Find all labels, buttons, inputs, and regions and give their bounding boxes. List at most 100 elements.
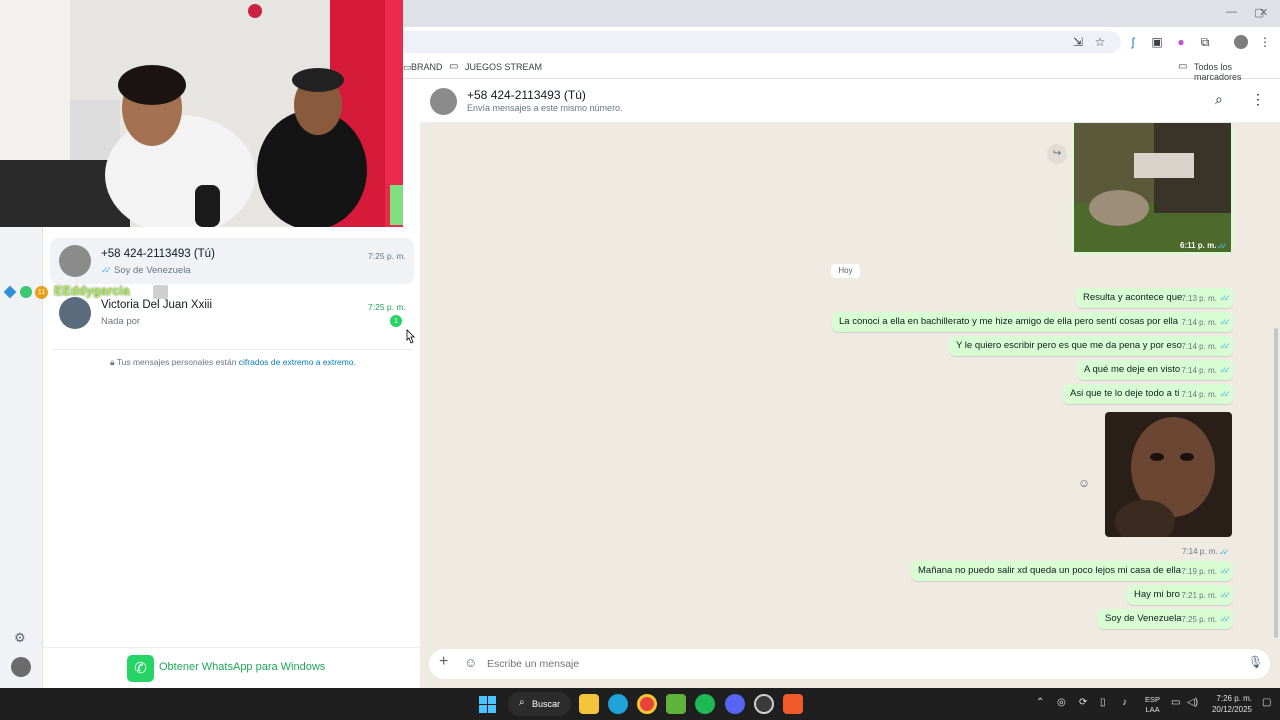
message-bubble[interactable]: Soy de Venezuela 7:25 p. m. ✓✓ [1098,609,1233,629]
webcam-scene [0,0,403,227]
message-input[interactable] [487,655,1227,673]
bookmark-juegos-stream[interactable]: JUEGOS STREAM [465,62,542,72]
message-area: 6:11 p. m. ✓✓ ↪ Hoy Resulta y acontece q… [420,123,1280,647]
get-windows-app-bar[interactable]: ✆ Obtener WhatsApp para Windows [43,647,420,688]
contact-avatar[interactable] [430,88,457,115]
image-message[interactable]: 6:11 p. m. ✓✓ [1072,123,1233,254]
get-windows-link[interactable]: Obtener WhatsApp para Windows [159,661,325,673]
network-icon[interactable]: ▭ [1171,697,1180,708]
bookmark-star-icon[interactable]: ☆ [1093,35,1107,49]
badge-green-icon [20,286,32,298]
spotify-icon[interactable] [695,694,715,714]
chrome-icon[interactable] [637,694,657,714]
stream-username-overlay: 11 EEddygarcia [2,284,172,301]
read-ticks-icon: ✓✓ [1219,365,1231,375]
settings-gear-icon[interactable]: ⚙ [14,630,26,646]
clock[interactable]: 7:26 p. m. 20/12/2025 [1208,693,1252,715]
my-profile-avatar[interactable] [11,657,31,677]
all-bookmarks-folder-icon: ▭ [1178,61,1188,72]
encryption-link[interactable]: cifrados de extremo a extremo [239,357,354,367]
extension-cast-icon[interactable]: ʃ [1126,35,1140,49]
read-ticks-icon: ✓✓ [1219,590,1231,600]
message-bubble[interactable]: Resulta y acontece que 7:13 p. m. ✓✓ [1076,288,1233,308]
sticker-thumbnail [1105,412,1232,537]
extension-box-icon[interactable]: ▣ [1150,35,1164,49]
whatsapp-logo-icon: ✆ [127,655,154,682]
sticker-time: 7:14 p. m. [1182,547,1218,556]
tray-mic-icon[interactable]: ♪ [1122,697,1127,708]
chat-avatar [59,245,91,277]
profile-avatar-icon[interactable] [1234,35,1248,49]
tray-battery-icon[interactable]: ▯ [1100,697,1106,708]
message-bubble[interactable]: Asi que te lo deje todo a ti 7:14 p. m. ✓… [1063,384,1233,404]
close-window-icon[interactable]: ✕ [1259,6,1268,19]
install-app-icon[interactable]: ⇲ [1071,35,1085,49]
message-time: 7:14 p. m. [1181,318,1217,327]
windows-start-icon[interactable] [479,696,496,713]
file-explorer-icon[interactable] [579,694,599,714]
volume-icon[interactable]: ◁) [1187,697,1198,708]
taskbar-search[interactable]: ⌕ Buscar [508,692,571,716]
message-time: 7:14 p. m. [1181,366,1217,375]
chat-menu-icon[interactable]: ⋮ [1251,91,1265,108]
minecraft-icon[interactable] [666,694,686,714]
attach-plus-icon[interactable]: + [439,653,448,671]
message-text: Resulta y acontece que [1083,292,1183,303]
encryption-notice: 🔒︎ Tus mensajes personales están cifrado… [110,357,356,367]
bookmark-folder-icon: ▭ [449,61,459,72]
message-bubble[interactable]: Hay mi bro 7:21 p. m. ✓✓ [1127,585,1233,605]
scrollbar-thumb[interactable] [1274,328,1278,638]
edge-icon[interactable] [608,694,628,714]
read-ticks-icon: ✓✓ [1219,317,1231,327]
sticker-message[interactable] [1105,412,1232,537]
extensions-puzzle-icon[interactable]: ⧉ [1198,35,1212,49]
message-bubble[interactable]: Y le quiero escribir pero es que me da p… [949,336,1233,356]
search-icon[interactable]: ⌕ [1215,91,1223,108]
microphone-icon[interactable]: 🎙︎ [1248,655,1263,669]
mouse-cursor-icon [406,329,415,344]
react-emoji-icon[interactable]: ☺ [1078,476,1090,490]
read-ticks-icon: ✓✓ [1219,614,1231,624]
chat-avatar [59,297,91,329]
message-text: Soy de Venezuela [1105,613,1182,624]
message-time: 7:25 p. m. [1181,615,1217,624]
address-bar[interactable] [403,31,1121,53]
extension-face-icon[interactable]: ● [1174,35,1188,49]
message-bubble[interactable]: A qué me deje en visto 7:14 p. m. ✓✓ [1077,360,1233,380]
chat-list-item-self[interactable]: +58 424-2113493 (Tú) 7:25 p. m. ✓✓ Soy d… [50,238,414,284]
obs-icon[interactable] [754,694,774,714]
minimize-icon[interactable]: — [1226,6,1237,18]
chat-time: 7:25 p. m. [368,302,406,312]
message-bubble[interactable]: La conoci a ella en bachillerato y me hi… [832,312,1233,332]
browser-titlebar: — ▢ [403,0,1280,27]
brave-icon[interactable] [783,694,803,714]
language-indicator[interactable]: ESP LAA [1145,695,1160,715]
notifications-icon[interactable]: ▢ [1262,697,1271,708]
tray-sync-icon[interactable]: ⟳ [1079,697,1087,708]
chat-title: +58 424-2113493 (Tú) [467,88,586,102]
chat-preview: Nada por [101,316,141,327]
taskbar-search-label: Buscar [532,699,561,709]
read-ticks-icon: ✓✓ [101,265,112,275]
sticker-emoji-icon[interactable]: ☺ [464,655,477,670]
all-bookmarks[interactable]: Todos los marcadores [1194,62,1280,82]
composer-box: + ☺ 🎙︎ [429,649,1270,679]
forward-icon[interactable]: ↪ [1047,144,1067,164]
windows-taskbar: ⌕ Buscar ⌃ ◎ ⟳ ▯ ♪ ESP LAA ▭ ◁) 7:26 p. … [0,688,1280,720]
chat-name: +58 424-2113493 (Tú) [101,248,215,260]
tray-overflow-icon[interactable]: ⌃ [1036,697,1044,708]
browser-menu-icon[interactable]: ⋮ [1258,35,1272,49]
bookmark-brand[interactable]: BRAND [411,62,443,72]
chat-preview: Soy de Venezuela [114,265,191,276]
divider [53,349,413,350]
message-text: Mañana no puedo salir xd queda un poco l… [918,565,1182,576]
webcam-overlay [0,0,403,227]
read-ticks-icon: ✓✓ [1219,293,1231,303]
message-text: La conoci a ella en bachillerato y me hi… [839,316,1179,327]
discord-icon[interactable] [725,694,745,714]
bookmarks-bar: ▭ BRAND ▭ JUEGOS STREAM ▭ Todos los marc… [403,57,1280,82]
chat-header[interactable]: +58 424-2113493 (Tú) Envía mensajes a es… [420,80,1280,123]
tray-app-icon[interactable]: ◎ [1057,697,1066,708]
message-bubble[interactable]: Mañana no puedo salir xd queda un poco l… [911,561,1233,581]
message-text: Hay mi bro [1134,589,1180,600]
